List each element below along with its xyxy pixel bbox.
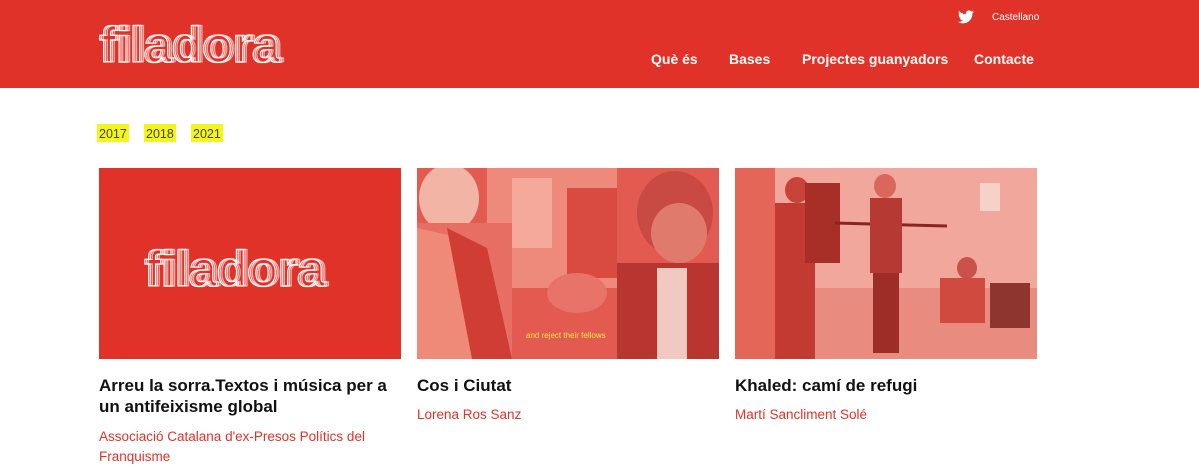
nav-projectes-guanyadors[interactable]: Projectes guanyadors [802,51,948,69]
project-title-2[interactable]: Cos i Ciutat [417,375,717,396]
site-logo[interactable]: filadora filadora filadora [99,14,315,68]
nav-que-es[interactable]: Què és [651,51,698,69]
nav-contacte[interactable]: Contacte [974,51,1034,69]
filadora-wordmark: filadora filadora filadora [99,16,285,68]
project-author-2[interactable]: Lorena Ros Sanz [417,405,717,425]
project-image-1[interactable]: filadora filadora filadora [99,168,401,359]
twitter-icon[interactable] [958,10,974,24]
project-author-3[interactable]: Martí Sancliment Solé [735,405,1035,425]
filadora-placeholder-logo: filadora filadora filadora [143,240,330,297]
project-title-3[interactable]: Khaled: camí de refugi [735,375,1035,396]
language-link[interactable]: Castellano [992,12,1039,23]
year-link-2018[interactable]: 2018 [144,124,176,142]
recording-session-image [735,168,1037,359]
nav-bases[interactable]: Bases [729,51,770,69]
svg-text:filadora: filadora [148,241,330,297]
project-author-1[interactable]: Associació Catalana d'ex-Presos Polítics… [99,427,399,467]
video-caption: and reject their fellows [526,331,606,340]
project-image-3[interactable] [735,168,1037,359]
project-title-1[interactable]: Arreu la sorra.Textos i música per a un … [99,375,404,417]
year-link-2021[interactable]: 2021 [191,124,223,142]
year-link-2017[interactable]: 2017 [97,124,129,142]
site-header: filadora filadora filadora Castellano Qu… [0,0,1199,88]
svg-text:filadora: filadora [103,17,285,68]
